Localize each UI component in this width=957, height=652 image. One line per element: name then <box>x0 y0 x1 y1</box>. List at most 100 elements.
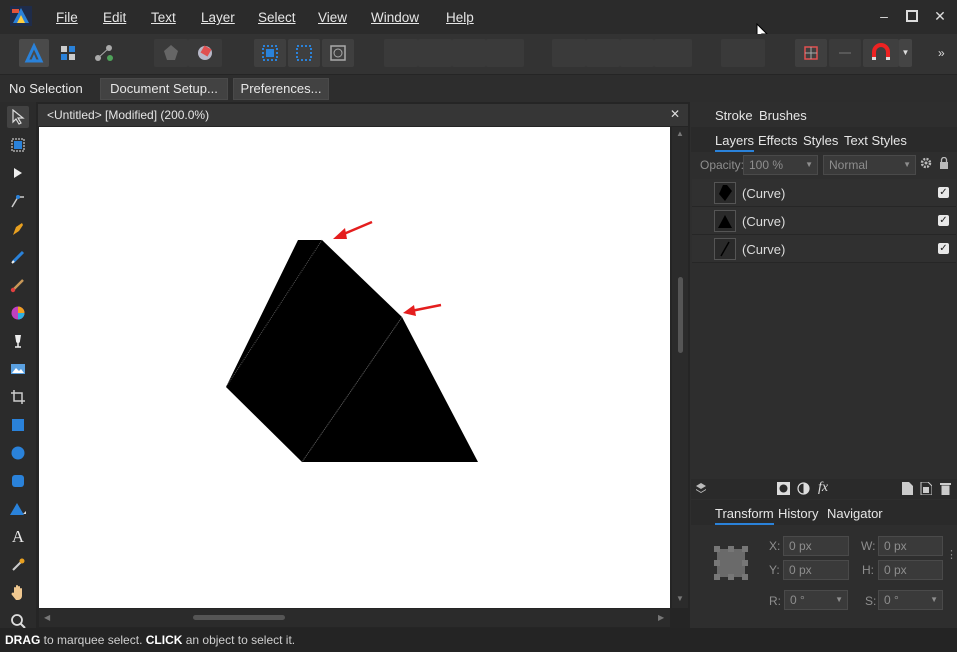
snapping-grid-button[interactable] <box>795 39 827 67</box>
tab-history[interactable]: History <box>778 506 818 521</box>
arrange-button-3[interactable] <box>452 39 486 67</box>
document-setup-button[interactable]: Document Setup... <box>100 78 228 100</box>
tab-layers[interactable]: Layers <box>715 133 755 152</box>
alignment-dropdown[interactable] <box>721 39 765 67</box>
menu-layer[interactable]: Layer <box>201 10 235 25</box>
layer-visibility-checkbox[interactable]: ✓ <box>938 215 949 226</box>
menu-edit[interactable]: Edit <box>103 10 126 25</box>
close-window-button[interactable]: ✕ <box>930 6 950 26</box>
add-page-icon[interactable] <box>902 482 913 498</box>
pencil-tool-icon[interactable] <box>7 246 29 268</box>
tab-transform[interactable]: Transform <box>715 506 774 525</box>
assistant-button[interactable] <box>154 39 188 67</box>
pen-tool-icon[interactable] <box>7 218 29 240</box>
color-picker-tool-icon[interactable] <box>7 554 29 576</box>
tab-stroke[interactable]: Stroke <box>715 108 753 123</box>
triangle-tool-icon[interactable] <box>7 498 29 520</box>
layer-row[interactable]: (Curve) ✓ <box>692 235 956 263</box>
snapping-button[interactable] <box>188 39 222 67</box>
close-icon[interactable]: ✕ <box>670 107 680 121</box>
opacity-field[interactable]: 100 % ▼ <box>743 155 818 175</box>
canvas[interactable] <box>39 127 670 608</box>
scroll-down-arrow[interactable]: ▼ <box>676 594 684 603</box>
crop-tool-icon[interactable] <box>7 386 29 408</box>
text-tool-icon[interactable]: A <box>7 526 29 548</box>
tab-text-styles[interactable]: Text Styles <box>844 133 907 148</box>
ellipse-tool-icon[interactable] <box>7 442 29 464</box>
document-tab[interactable]: <Untitled> [Modified] (200.0%) ✕ <box>38 104 688 126</box>
y-field[interactable]: 0 px <box>783 560 849 580</box>
rounded-rectangle-tool-icon[interactable] <box>7 470 29 492</box>
vertical-scroll-thumb[interactable] <box>678 277 683 353</box>
snapping-arrow-button[interactable] <box>829 39 861 67</box>
rotation-field[interactable]: 0 ° ▼ <box>784 590 848 610</box>
lock-icon[interactable] <box>939 156 949 172</box>
mask-icon[interactable] <box>777 482 790 498</box>
corner-tool-icon[interactable] <box>7 190 29 212</box>
adjustment-icon[interactable] <box>797 482 810 498</box>
anchor-selector-icon[interactable] <box>713 545 749 584</box>
layers-icon[interactable] <box>695 482 707 497</box>
transparency-tool-icon[interactable] <box>7 330 29 352</box>
horizontal-scrollbar[interactable]: ◀ ▶ <box>39 609 670 627</box>
flip-vertical-button[interactable] <box>586 39 620 67</box>
x-field[interactable]: 0 px <box>783 536 849 556</box>
export-persona-button[interactable] <box>89 39 119 67</box>
tab-effects[interactable]: Effects <box>758 133 798 148</box>
rotate-right-button[interactable] <box>654 39 692 67</box>
minimize-button[interactable]: – <box>874 6 894 26</box>
h-field[interactable]: 0 px <box>878 560 943 580</box>
menu-select[interactable]: Select <box>258 10 296 25</box>
pixel-persona-button[interactable] <box>53 39 83 67</box>
menu-text[interactable]: Text <box>151 10 176 25</box>
snapping-dropdown[interactable]: ▼ <box>899 39 912 67</box>
maximize-button[interactable] <box>902 6 922 26</box>
fx-icon[interactable]: fx <box>818 480 828 496</box>
w-field[interactable]: 0 px <box>878 536 943 556</box>
hand-tool-icon[interactable] <box>7 582 29 604</box>
menu-file[interactable]: File <box>56 10 78 25</box>
menu-view[interactable]: View <box>318 10 347 25</box>
brush-tool-icon[interactable] <box>7 274 29 296</box>
horizontal-scroll-thumb[interactable] <box>193 615 285 620</box>
toolbar-overflow-button[interactable]: » <box>938 46 945 60</box>
layer-row[interactable]: (Curve) ✓ <box>692 207 956 235</box>
place-image-tool-icon[interactable] <box>7 358 29 380</box>
menu-window[interactable]: Window <box>371 10 419 25</box>
link-aspect-icon[interactable]: ⋮ <box>946 548 957 561</box>
menu-label: Edit <box>103 10 127 25</box>
rectangle-tool-icon[interactable] <box>7 414 29 436</box>
canvas-drawing <box>225 220 478 463</box>
move-tool-icon[interactable] <box>7 106 29 128</box>
select-all-button[interactable] <box>254 39 286 67</box>
menu-help[interactable]: Help <box>446 10 474 25</box>
vertical-scrollbar[interactable]: ▲ ▼ <box>672 127 688 608</box>
node-tool-icon[interactable] <box>7 162 29 184</box>
arrange-button-1[interactable] <box>384 39 418 67</box>
magnet-icon[interactable] <box>863 39 899 67</box>
artboard-tool-icon[interactable] <box>7 134 29 156</box>
designer-persona-button[interactable] <box>19 39 49 67</box>
delete-icon[interactable] <box>940 482 951 498</box>
invert-selection-button[interactable] <box>322 39 354 67</box>
group-icon[interactable] <box>920 481 933 498</box>
tab-styles[interactable]: Styles <box>803 133 838 148</box>
fill-tool-icon[interactable] <box>7 302 29 324</box>
deselect-button[interactable] <box>288 39 320 67</box>
layer-row[interactable]: (Curve) ✓ <box>692 179 956 207</box>
arrange-button-4[interactable] <box>486 39 524 67</box>
rotate-left-button[interactable] <box>620 39 654 67</box>
scroll-right-arrow[interactable]: ▶ <box>658 613 664 622</box>
tab-navigator[interactable]: Navigator <box>827 506 883 521</box>
settings-icon[interactable] <box>920 157 932 172</box>
scroll-left-arrow[interactable]: ◀ <box>44 613 50 622</box>
tab-brushes[interactable]: Brushes <box>759 108 807 123</box>
layer-visibility-checkbox[interactable]: ✓ <box>938 187 949 198</box>
scroll-up-arrow[interactable]: ▲ <box>676 129 684 138</box>
layer-visibility-checkbox[interactable]: ✓ <box>938 243 949 254</box>
preferences-button[interactable]: Preferences... <box>233 78 329 100</box>
flip-horizontal-button[interactable] <box>552 39 586 67</box>
blend-mode-select[interactable]: Normal ▼ <box>823 155 916 175</box>
shear-field[interactable]: 0 ° ▼ <box>878 590 943 610</box>
arrange-button-2[interactable] <box>418 39 452 67</box>
